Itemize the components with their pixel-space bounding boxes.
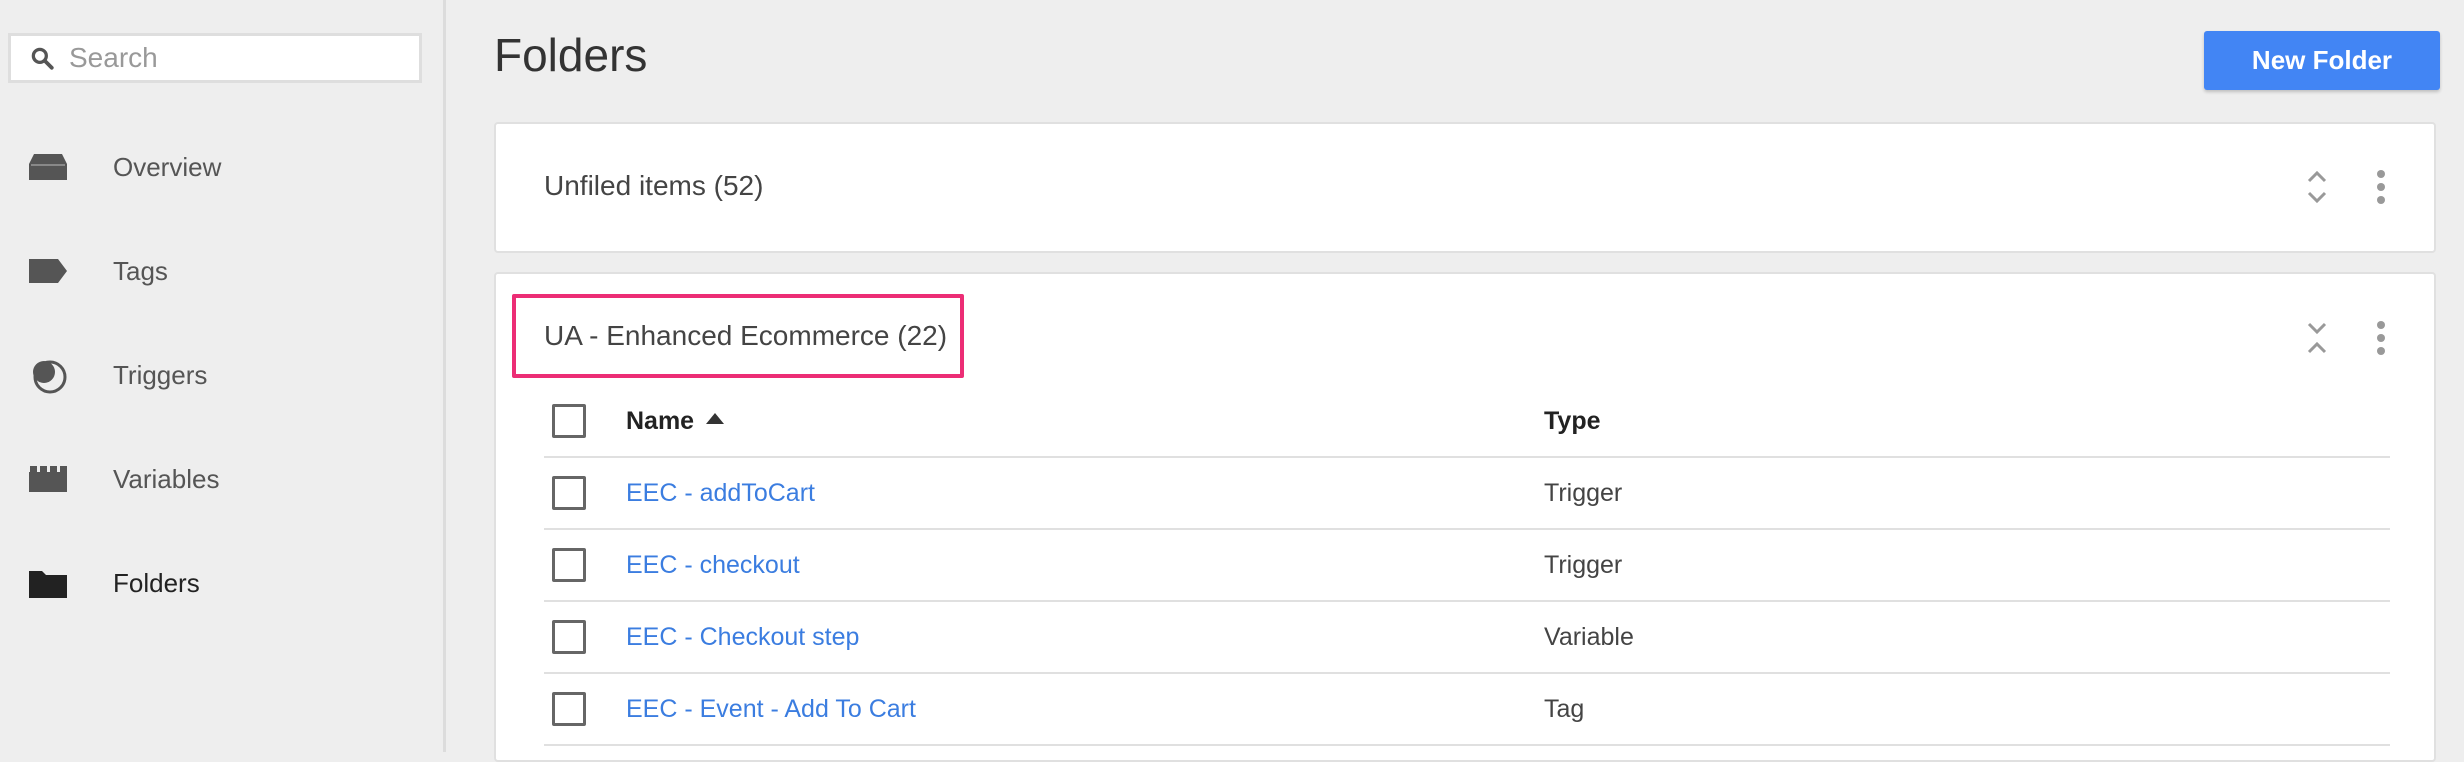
inbox-icon — [28, 147, 68, 187]
item-type: Trigger — [1544, 478, 1623, 507]
item-type: Variable — [1544, 622, 1634, 651]
tag-icon — [28, 251, 68, 291]
row-checkbox[interactable] — [552, 476, 586, 510]
table-row: EEC - checkout Trigger — [544, 530, 2390, 602]
item-type: Tag — [1544, 694, 1585, 723]
select-all-checkbox[interactable] — [552, 404, 586, 438]
row-checkbox[interactable] — [552, 692, 586, 726]
expand-icon[interactable] — [2302, 167, 2332, 207]
sidebar-item-label: Overview — [113, 151, 222, 182]
folder-title[interactable]: Unfiled items (52) — [544, 170, 763, 202]
table-row: EEC - addToCart Trigger — [544, 458, 2390, 530]
folder-card-ua-enhanced-ecommerce: UA - Enhanced Ecommerce (22) Name Type E… — [494, 272, 2436, 762]
item-type: Trigger — [1544, 550, 1623, 579]
more-vert-icon[interactable] — [2366, 318, 2396, 358]
folder-title[interactable]: UA - Enhanced Ecommerce (22) — [544, 320, 947, 352]
sidebar-item-label: Folders — [113, 567, 200, 598]
more-vert-icon[interactable] — [2366, 167, 2396, 207]
sidebar-item-variables[interactable]: Variables — [0, 444, 443, 514]
variables-icon — [28, 459, 68, 499]
collapse-icon[interactable] — [2302, 318, 2332, 358]
row-checkbox[interactable] — [552, 548, 586, 582]
sidebar-item-overview[interactable]: Overview — [0, 132, 443, 202]
sidebar-item-label: Triggers — [113, 359, 208, 390]
sidebar-item-label: Variables — [113, 463, 220, 494]
sidebar-item-label: Tags — [113, 255, 168, 286]
item-name-link[interactable]: EEC - Event - Add To Cart — [626, 695, 916, 724]
table-row: EEC - Checkout step Variable — [544, 602, 2390, 674]
sidebar-item-triggers[interactable]: Triggers — [0, 340, 443, 410]
sidebar-item-folders[interactable]: Folders — [0, 548, 443, 618]
page-title: Folders — [494, 29, 648, 81]
column-header-name[interactable]: Name — [626, 407, 725, 436]
item-name-link[interactable]: EEC - checkout — [626, 551, 800, 580]
column-header-type[interactable]: Type — [1544, 407, 1601, 436]
search-icon — [31, 47, 54, 70]
item-name-link[interactable]: EEC - addToCart — [626, 479, 815, 508]
search-input[interactable] — [67, 41, 411, 75]
folder-card-unfiled[interactable]: Unfiled items (52) — [494, 122, 2436, 253]
table-row: EEC - Event - Add To Cart Tag — [544, 674, 2390, 746]
sidebar-item-tags[interactable]: Tags — [0, 236, 443, 306]
new-folder-button[interactable]: New Folder — [2204, 31, 2440, 90]
folder-icon — [28, 563, 68, 603]
item-name-link[interactable]: EEC - Checkout step — [626, 623, 859, 652]
sidebar: Overview Tags Triggers Variables Folders — [0, 0, 446, 752]
search-box[interactable] — [8, 33, 422, 83]
sort-ascending-icon — [706, 413, 725, 425]
folder-items-table: Name Type EEC - addToCart Trigger EEC - … — [544, 386, 2390, 746]
row-checkbox[interactable] — [552, 620, 586, 654]
table-header-row: Name Type — [544, 386, 2390, 458]
trigger-icon — [28, 355, 68, 395]
